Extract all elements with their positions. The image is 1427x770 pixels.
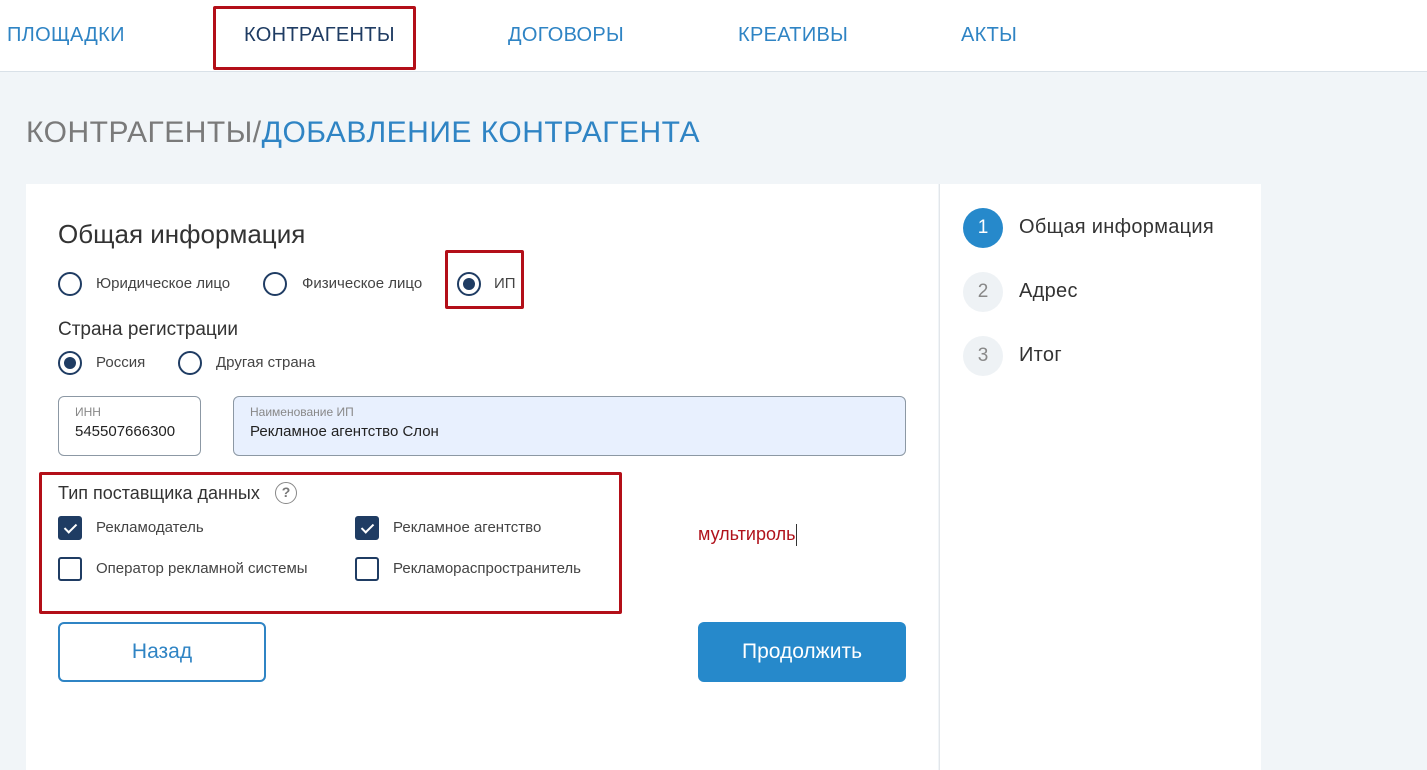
step-2-label[interactable]: Адрес xyxy=(1019,280,1078,303)
breadcrumb-separator: / xyxy=(252,116,262,149)
inn-field-value: 545507666300 xyxy=(75,423,176,440)
multirole-annotation-text: мультироль xyxy=(698,524,796,544)
continue-button[interactable]: Продолжить xyxy=(698,622,906,682)
inn-field[interactable]: ИНН 545507666300 xyxy=(58,396,201,456)
radio-country-other-label: Другая страна xyxy=(216,354,316,371)
checkbox-ad-system-operator[interactable] xyxy=(58,557,82,581)
nav-item-contracts[interactable]: ДОГОВОРЫ xyxy=(508,24,624,47)
ip-name-field-value: Рекламное агентство Слон xyxy=(250,423,439,440)
checkbox-ad-agency-label: Рекламное агентство xyxy=(393,519,542,536)
supplier-type-title: Тип поставщика данных xyxy=(58,483,260,503)
checkbox-ad-distributor-label: Рекламораспространитель xyxy=(393,560,581,577)
breadcrumb-current: ДОБАВЛЕНИЕ КОНТРАГЕНТА xyxy=(261,116,700,149)
nav-item-acts[interactable]: АКТЫ xyxy=(961,24,1017,47)
nav-item-creatives[interactable]: КРЕАТИВЫ xyxy=(738,24,848,47)
checkbox-ad-system-operator-label: Оператор рекламной системы xyxy=(96,560,308,577)
text-cursor xyxy=(796,524,798,547)
step-2-number: 2 xyxy=(963,272,1003,312)
radio-individual[interactable] xyxy=(263,272,287,296)
radio-individual-label: Физическое лицо xyxy=(302,275,423,292)
checkbox-ad-distributor[interactable] xyxy=(355,557,379,581)
back-button[interactable]: Назад xyxy=(58,622,266,682)
checkbox-advertiser[interactable] xyxy=(58,516,82,540)
checkbox-ad-agency[interactable] xyxy=(355,516,379,540)
help-icon[interactable]: ? xyxy=(275,482,297,504)
radio-country-other[interactable] xyxy=(178,351,202,375)
step-1-number: 1 xyxy=(963,208,1003,248)
radio-country-russia[interactable] xyxy=(58,351,82,375)
section-title: Общая информация xyxy=(58,219,306,249)
ip-name-field-label: Наименование ИП xyxy=(250,405,354,419)
sole-proprietor-highlight-frame xyxy=(445,250,524,309)
nav-item-platforms[interactable]: ПЛОЩАДКИ xyxy=(7,24,125,47)
ip-name-field[interactable]: Наименование ИП Рекламное агентство Слон xyxy=(233,396,906,456)
step-3-number: 3 xyxy=(963,336,1003,376)
step-1-label[interactable]: Общая информация xyxy=(1019,216,1214,239)
radio-legal-entity-label: Юридическое лицо xyxy=(96,275,231,292)
active-nav-highlight-frame xyxy=(213,6,416,70)
multirole-annotation: мультироль xyxy=(698,524,798,547)
radio-country-russia-label: Россия xyxy=(96,354,146,371)
step-3-label[interactable]: Итог xyxy=(1019,344,1062,367)
checkbox-advertiser-label: Рекламодатель xyxy=(96,519,204,536)
radio-legal-entity[interactable] xyxy=(58,272,82,296)
inn-field-label: ИНН xyxy=(75,405,101,419)
breadcrumb-root-link[interactable]: КОНТРАГЕНТЫ xyxy=(26,116,253,149)
country-title: Страна регистрации xyxy=(58,319,239,340)
breadcrumb: КОНТРАГЕНТЫ/ДОБАВЛЕНИЕ КОНТРАГЕНТА xyxy=(26,116,700,150)
